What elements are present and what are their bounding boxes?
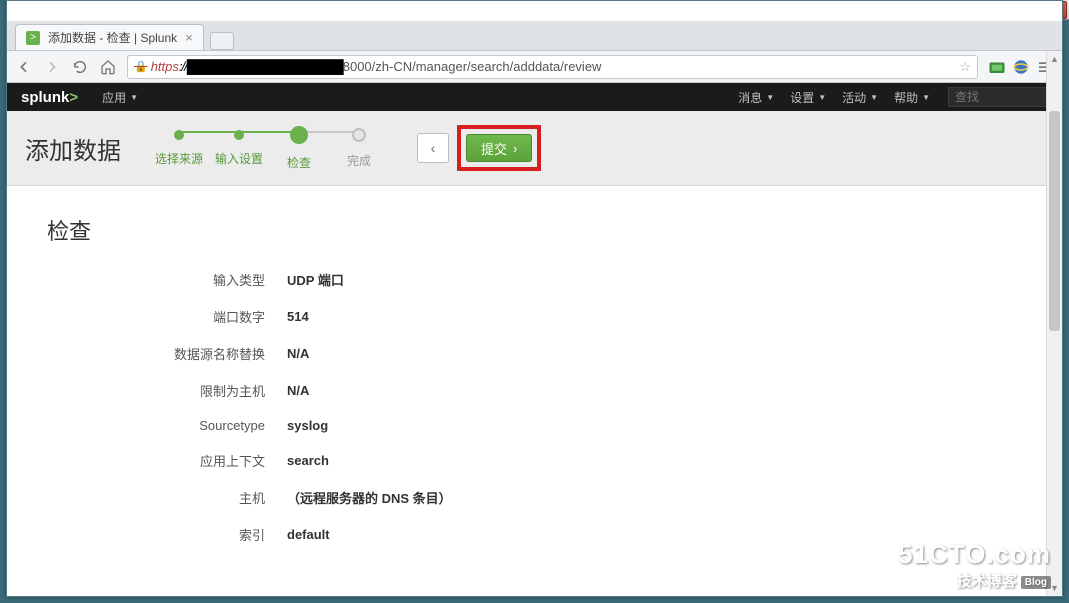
url-path: 8000/zh-CN/manager/search/adddata/review (343, 59, 602, 74)
step-select-source[interactable]: 选择来源 (149, 130, 209, 167)
chevron-down-icon: ▼ (130, 93, 138, 102)
browser-scrollbar[interactable]: ▲ ▼ (1046, 51, 1062, 596)
step-connector-line (179, 131, 359, 133)
browser-tabstrip: > 添加数据 - 检查 | Splunk × (7, 21, 1062, 51)
review-value: search (287, 453, 329, 468)
nav-back-button[interactable] (15, 58, 33, 76)
review-row: 端口数字514 (147, 307, 1022, 326)
submit-highlight-box: 提交 › (457, 125, 541, 171)
review-label: 输入类型 (147, 270, 287, 289)
menu-activity[interactable]: 活动▼ (834, 89, 886, 106)
browser-window: > 添加数据 - 检查 | Splunk × 🔒 https ://██████… (6, 0, 1063, 597)
review-row: 主机（远程服务器的 DNS 条目） (147, 488, 1022, 507)
page-title: 添加数据 (25, 131, 121, 166)
review-label: 主机 (147, 488, 287, 507)
ssl-warning-icon: 🔒 (134, 60, 148, 73)
review-row: 输入类型UDP 端口 (147, 270, 1022, 289)
extension-ie-icon[interactable] (1012, 58, 1030, 76)
menu-help[interactable]: 帮助▼ (886, 89, 938, 106)
review-row: 索引default (147, 525, 1022, 544)
review-row: 数据源名称替换N/A (147, 344, 1022, 363)
wizard-buttons: ‹ 提交 › (417, 125, 541, 171)
new-tab-button[interactable] (210, 32, 234, 50)
section-heading: 检查 (47, 214, 1022, 246)
splunk-logo[interactable]: splunk> (21, 89, 78, 106)
chevron-down-icon: ▼ (922, 93, 930, 102)
chevron-left-icon: ‹ (431, 140, 436, 156)
address-bar[interactable]: 🔒 https ://███████████████████ 8000/zh-C… (127, 55, 978, 79)
review-row: 应用上下文search (147, 451, 1022, 470)
review-content: 检查 输入类型UDP 端口端口数字514数据源名称替换N/A限制为主机N/ASo… (7, 186, 1062, 590)
nav-forward-button[interactable] (43, 58, 61, 76)
scrollbar-thumb[interactable] (1049, 111, 1060, 331)
tab-close-icon[interactable]: × (185, 30, 193, 45)
browser-extensions (988, 58, 1054, 76)
review-label: 索引 (147, 525, 287, 544)
nav-home-button[interactable] (99, 58, 117, 76)
menu-settings[interactable]: 设置▼ (782, 89, 834, 106)
wizard-header: 添加数据 选择来源 输入设置 检查 完成 ‹ 提交 › (7, 111, 1062, 186)
review-label: 数据源名称替换 (147, 344, 287, 363)
watermark: 51CTO.com 技术博客Blog (898, 539, 1051, 591)
chevron-down-icon: ▼ (818, 93, 826, 102)
review-label: 限制为主机 (147, 381, 287, 400)
browser-tab-active[interactable]: > 添加数据 - 检查 | Splunk × (15, 24, 204, 50)
menu-messages[interactable]: 消息▼ (730, 89, 782, 106)
extension-icon-1[interactable] (988, 58, 1006, 76)
review-label: 端口数字 (147, 307, 287, 326)
splunk-search-input[interactable] (948, 87, 1048, 107)
url-protocol: https (151, 59, 179, 74)
review-row: 限制为主机N/A (147, 381, 1022, 400)
review-value: （远程服务器的 DNS 条目） (287, 488, 452, 507)
review-value: UDP 端口 (287, 270, 344, 289)
browser-toolbar: 🔒 https ://███████████████████ 8000/zh-C… (7, 51, 1062, 83)
review-row: Sourcetypesyslog (147, 418, 1022, 433)
watermark-line1: 51CTO.com (898, 539, 1051, 570)
chevron-right-icon: › (513, 141, 517, 156)
step-done: 完成 (329, 128, 389, 169)
review-value: N/A (287, 383, 309, 398)
wizard-submit-button[interactable]: 提交 › (466, 134, 532, 162)
wizard-steps: 选择来源 输入设置 检查 完成 (149, 126, 389, 171)
wizard-back-button[interactable]: ‹ (417, 133, 449, 163)
app-menu[interactable]: 应用▼ (94, 89, 146, 106)
submit-label: 提交 (481, 139, 507, 158)
review-value: 514 (287, 309, 309, 324)
review-value: N/A (287, 346, 309, 361)
chevron-down-icon: ▼ (766, 93, 774, 102)
scroll-up-icon[interactable]: ▲ (1047, 51, 1062, 67)
splunk-topbar: splunk> 应用▼ 消息▼ 设置▼ 活动▼ 帮助▼ (7, 83, 1062, 111)
review-value: default (287, 527, 330, 542)
chevron-down-icon: ▼ (870, 93, 878, 102)
review-value: syslog (287, 418, 328, 433)
watermark-line2: 技术博客Blog (898, 570, 1051, 591)
url-redacted-host: ://███████████████████ (179, 59, 343, 74)
favicon-splunk-icon: > (26, 31, 40, 45)
review-fields: 输入类型UDP 端口端口数字514数据源名称替换N/A限制为主机N/ASourc… (147, 270, 1022, 544)
step-input-settings[interactable]: 输入设置 (209, 130, 269, 167)
review-label: Sourcetype (147, 418, 287, 433)
bookmark-star-icon[interactable]: ☆ (959, 59, 971, 75)
nav-reload-button[interactable] (71, 58, 89, 76)
review-label: 应用上下文 (147, 451, 287, 470)
browser-tab-title: 添加数据 - 检查 | Splunk (48, 29, 177, 46)
